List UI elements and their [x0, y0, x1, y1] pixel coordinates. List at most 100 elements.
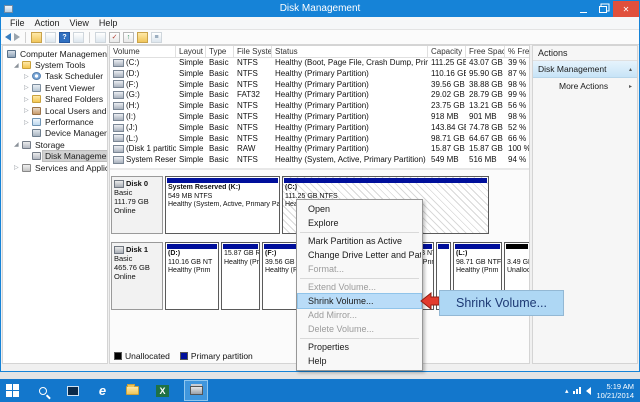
partition-d[interactable]: (D:) 110.16 GB NT Healthy (Prim: [165, 242, 219, 310]
tree-item[interactable]: ▷ Performance: [3, 116, 107, 127]
table-header-cell[interactable]: % Free: [505, 46, 530, 57]
disk1-label[interactable]: Disk 1 Basic 465.76 GB Online: [111, 242, 163, 310]
expand-arrow-icon[interactable]: ▷: [24, 107, 32, 114]
menu-item[interactable]: [298, 276, 421, 280]
table-row[interactable]: (C:) Simple Basic NTFS Healthy (Boot, Pa…: [110, 58, 529, 69]
partition-system-reserved[interactable]: System Reserved (K:) 549 MB NTFS Healthy…: [165, 176, 280, 234]
expand-arrow-icon[interactable]: ◢: [14, 141, 22, 148]
table-row[interactable]: System Reserved (K:) Simple Basic NTFS H…: [110, 155, 529, 166]
search-button[interactable]: [34, 382, 51, 399]
tree-item[interactable]: ▷ Task Scheduler: [3, 71, 107, 82]
help-icon[interactable]: ?: [59, 32, 70, 43]
console-window-icon[interactable]: [73, 32, 84, 43]
pctfree-cell: 94 %: [505, 155, 530, 166]
menu-item[interactable]: Open: [298, 202, 421, 216]
legend-primary-label: Primary partition: [191, 351, 253, 361]
menu-item[interactable]: Help: [298, 354, 421, 368]
table-header-cell[interactable]: Type: [206, 46, 234, 57]
tree-item[interactable]: ▷ Event Viewer: [3, 82, 107, 93]
table-row[interactable]: (D:) Simple Basic NTFS Healthy (Primary …: [110, 69, 529, 80]
details-view-icon[interactable]: ≡: [151, 32, 162, 43]
check-document-icon[interactable]: ✓: [109, 32, 120, 43]
menu-item[interactable]: Extend Volume...: [298, 280, 421, 294]
tree-item[interactable]: ▷ Services and Applications: [3, 162, 107, 173]
tree-item[interactable]: ▷ Shared Folders: [3, 94, 107, 105]
menubar-item[interactable]: Action: [30, 18, 65, 28]
titlebar[interactable]: Disk Management ✕: [1, 1, 639, 17]
tree-item[interactable]: Disk Management: [3, 151, 107, 162]
menu-item[interactable]: Shrink Volume...: [298, 294, 421, 308]
expand-arrow-icon[interactable]: ▷: [24, 119, 32, 126]
more-actions[interactable]: More Actions ▸: [533, 78, 637, 94]
expand-arrow-icon[interactable]: ▷: [24, 73, 32, 80]
desktop[interactable]: [0, 372, 640, 379]
table-header-cell[interactable]: Capacity: [428, 46, 466, 57]
internet-explorer-icon: e: [99, 382, 106, 399]
volume-icon[interactable]: [586, 387, 591, 395]
show-window-icon[interactable]: [45, 32, 56, 43]
expand-arrow-icon[interactable]: ▷: [14, 164, 22, 171]
menu-item[interactable]: Delete Volume...: [298, 322, 421, 336]
menubar-item[interactable]: View: [65, 18, 94, 28]
menu-item[interactable]: Format...: [298, 262, 421, 276]
excel-button[interactable]: X: [154, 382, 171, 399]
disk0-label[interactable]: Disk 0 Basic 111.79 GB Online: [111, 176, 163, 234]
properties-folder-icon[interactable]: [137, 32, 148, 43]
expand-arrow-icon[interactable]: ◢: [14, 62, 22, 69]
freespace-cell: 15.87 GB: [466, 144, 505, 155]
disk-management-taskbar-button[interactable]: [184, 380, 208, 401]
menubar-item[interactable]: Help: [94, 18, 123, 28]
file-explorer-button[interactable]: [124, 382, 141, 399]
export-list-icon[interactable]: [31, 32, 42, 43]
table-row[interactable]: (F:) Simple Basic NTFS Healthy (Primary …: [110, 80, 529, 91]
minimize-button[interactable]: [573, 1, 593, 17]
forward-icon[interactable]: [14, 33, 20, 41]
actions-group-disk-management[interactable]: Disk Management ▴: [533, 61, 637, 78]
collapse-icon[interactable]: ▴: [629, 66, 632, 73]
tree-item[interactable]: ◢ System Tools: [3, 59, 107, 70]
menubar-item[interactable]: File: [5, 18, 30, 28]
volume-table-header: VolumeLayoutTypeFile SystemStatusCapacit…: [110, 46, 529, 58]
table-header-cell[interactable]: Layout: [176, 46, 206, 57]
table-row[interactable]: (G:) Simple Basic FAT32 Healthy (Primary…: [110, 90, 529, 101]
menu-item[interactable]: Properties: [298, 340, 421, 354]
expand-arrow-icon[interactable]: ▷: [24, 96, 32, 103]
table-row[interactable]: (I:) Simple Basic NTFS Healthy (Primary …: [110, 112, 529, 123]
freespace-cell: 28.79 GB: [466, 90, 505, 101]
expand-arrow-icon[interactable]: ▷: [24, 84, 32, 91]
menu-item[interactable]: Mark Partition as Active: [298, 234, 421, 248]
table-header-cell[interactable]: Status: [272, 46, 428, 57]
tree-item[interactable]: ◢ Storage: [3, 139, 107, 150]
action-tool-icon[interactable]: [95, 32, 106, 43]
start-button[interactable]: [4, 382, 21, 399]
capacity-cell: 39.56 GB: [428, 80, 466, 91]
menu-item[interactable]: [298, 230, 421, 234]
table-row[interactable]: (L:) Simple Basic NTFS Healthy (Primary …: [110, 134, 529, 145]
menu-item[interactable]: Explore: [298, 216, 421, 230]
capacity-cell: 143.84 GB: [428, 123, 466, 134]
task-view-button[interactable]: [64, 382, 81, 399]
internet-explorer-button[interactable]: e: [94, 382, 111, 399]
table-header-cell[interactable]: Volume: [110, 46, 176, 57]
menu-item[interactable]: Add Mirror...: [298, 308, 421, 322]
taskbar-clock[interactable]: 5:19 AM 10/21/2014: [596, 382, 636, 400]
close-button[interactable]: ✕: [613, 1, 639, 17]
partition-raw[interactable]: 15.87 GB RA Healthy (Pr: [221, 242, 260, 310]
up-document-icon[interactable]: ↑: [123, 32, 134, 43]
toolbar-separator: [25, 32, 26, 43]
table-row[interactable]: (Disk 1 partition 2) Simple Basic RAW He…: [110, 144, 529, 155]
tree-item[interactable]: Computer Management (Local: [3, 48, 107, 59]
table-header-cell[interactable]: File System: [234, 46, 272, 57]
back-icon[interactable]: [5, 33, 11, 41]
tree-item[interactable]: Device Manager: [3, 128, 107, 139]
table-row[interactable]: (H:) Simple Basic NTFS Healthy (Primary …: [110, 101, 529, 112]
filesystem-cell: NTFS: [234, 58, 272, 69]
restore-button[interactable]: [593, 1, 613, 17]
menu-item[interactable]: Change Drive Letter and Paths...: [298, 248, 421, 262]
tree-item[interactable]: ▷ Local Users and Groups: [3, 105, 107, 116]
table-header-cell[interactable]: Free Space: [466, 46, 505, 57]
tray-expand-icon[interactable]: ▴: [565, 387, 569, 395]
menu-item[interactable]: [298, 336, 421, 340]
table-row[interactable]: (J:) Simple Basic NTFS Healthy (Primary …: [110, 123, 529, 134]
network-icon[interactable]: [573, 387, 581, 394]
